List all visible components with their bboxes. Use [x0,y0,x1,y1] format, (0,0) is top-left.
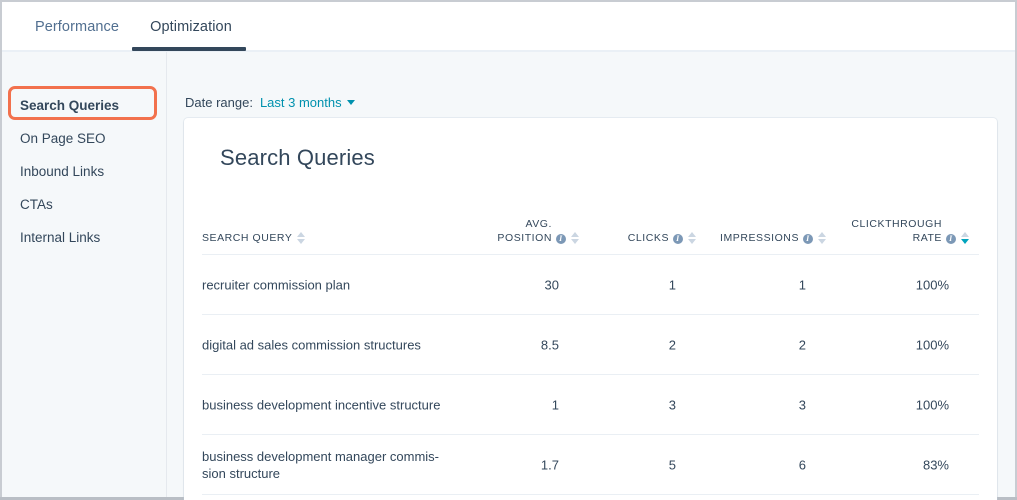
cell-search-query: recruiter commission plan [202,277,351,292]
sidebar-item-on-page-seo[interactable]: On Page SEO [2,125,167,151]
table-row[interactable]: digital ad sales commission structures 8… [202,315,979,375]
column-header-label: SEARCH QUERY [202,232,293,244]
cell-search-query: digital ad sales commission structures [202,337,421,352]
info-icon[interactable]: i [556,234,566,244]
top-tab-bar: Performance Optimization [2,2,1015,51]
sidebar: Search Queries On Page SEO Inbound Links… [2,52,167,497]
sidebar-item-ctas[interactable]: CTAs [2,191,167,217]
cell-impressions: 3 [798,397,806,412]
column-header-label: IMPRESSIONS [720,232,799,244]
date-range-label: Date range: [185,95,253,110]
cell-clicks: 5 [668,457,676,472]
info-icon[interactable]: i [803,234,813,244]
sidebar-item-inbound-links[interactable]: Inbound Links [2,158,167,184]
search-queries-card: Search Queries SEARCH QUERY AVG. POSITIO… [184,118,997,500]
column-header-label: AVG. POSITION [497,218,552,244]
cell-clickthrough-rate: 100% [915,397,949,412]
sidebar-item-search-queries[interactable]: Search Queries [2,92,167,118]
page-title: Search Queries [220,145,375,170]
cell-avg-position: 1.7 [540,457,559,472]
search-queries-table: SEARCH QUERY AVG. POSITION i CLICKS i [202,204,979,495]
column-header-clickthrough-rate[interactable]: CLICKTHROUGH RATE i [851,217,969,245]
app-window: Performance Optimization Search Queries … [0,0,1017,500]
cell-avg-position: 30 [544,277,559,292]
sort-arrows-icon[interactable] [818,232,826,244]
cell-clicks: 1 [668,277,676,292]
cell-impressions: 2 [798,337,806,352]
cell-impressions: 1 [798,277,806,292]
cell-search-query: business development incentive structure [202,397,441,412]
sort-arrows-icon[interactable] [571,232,579,244]
cell-search-query: business development manager commis-sion… [202,448,439,481]
cell-impressions: 6 [798,457,806,472]
cell-avg-position: 8.5 [540,337,559,352]
cell-clickthrough-rate: 100% [915,337,949,352]
table-row[interactable]: recruiter commission plan 30 1 1 100% [202,255,979,315]
cell-clickthrough-rate: 100% [915,277,949,292]
tab-active-indicator [132,47,246,51]
column-header-clicks[interactable]: CLICKS i [628,231,696,245]
main-content: Date range: Last 3 months Search Queries… [167,52,1015,500]
tab-optimization-label: Optimization [150,18,232,35]
column-header-impressions[interactable]: IMPRESSIONS i [720,231,826,245]
sidebar-item-label: Inbound Links [20,163,105,179]
chevron-down-icon[interactable] [346,100,355,105]
info-icon[interactable]: i [673,234,683,244]
date-range-filter: Date range: Last 3 months [185,95,355,110]
tab-optimization[interactable]: Optimization [132,2,250,51]
column-header-avg-position[interactable]: AVG. POSITION i [497,217,579,245]
cell-clicks: 3 [668,397,676,412]
sidebar-item-label: On Page SEO [20,130,106,146]
sort-arrows-icon[interactable] [688,232,696,244]
sidebar-item-label: CTAs [20,196,53,212]
info-icon[interactable]: i [946,234,956,244]
sidebar-item-internal-links[interactable]: Internal Links [2,224,167,250]
tab-performance[interactable]: Performance [22,2,132,51]
cell-clickthrough-rate: 83% [922,457,949,472]
table-row[interactable]: business development manager commis-sion… [202,435,979,495]
column-header-label: CLICKTHROUGH RATE [851,218,942,244]
date-range-value[interactable]: Last 3 months [260,95,342,110]
column-header-search-query[interactable]: SEARCH QUERY [202,231,306,245]
cell-avg-position: 1 [551,397,559,412]
sidebar-item-label: Search Queries [20,97,120,113]
table-row[interactable]: business development incentive structure… [202,375,979,435]
cell-clicks: 2 [668,337,676,352]
column-header-label: CLICKS [627,232,669,244]
sort-arrows-icon-active[interactable] [961,232,969,244]
table-header-row: SEARCH QUERY AVG. POSITION i CLICKS i [202,204,979,255]
sidebar-item-label: Internal Links [20,229,101,245]
sort-arrows-icon[interactable] [297,232,306,244]
tab-performance-label: Performance [34,18,120,35]
